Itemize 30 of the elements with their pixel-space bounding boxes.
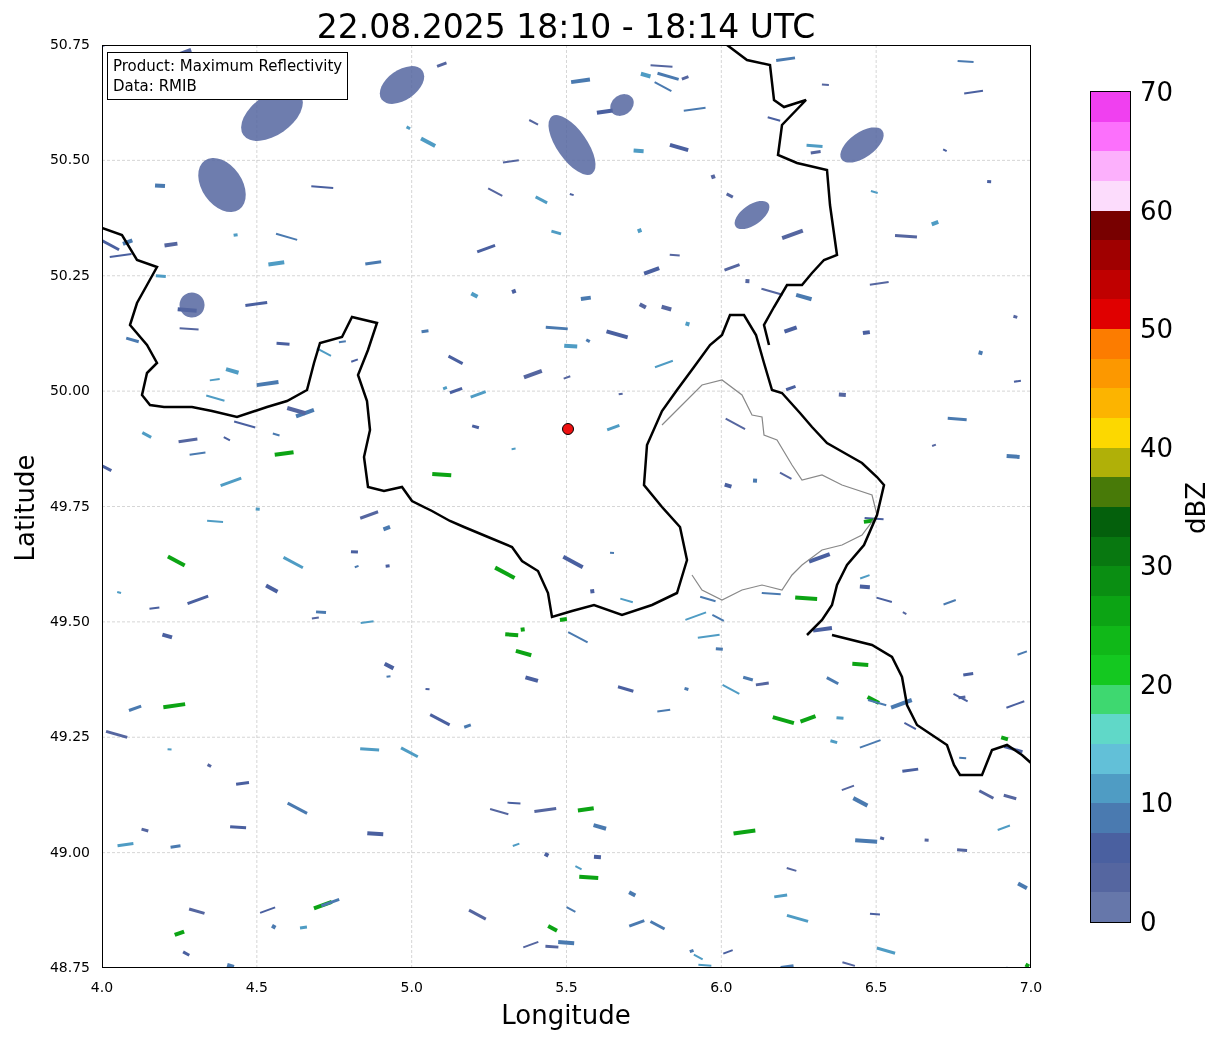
colorbar-tick-label: 40	[1140, 434, 1174, 461]
x-tick-label: 6.0	[710, 980, 733, 994]
colorbar-tick-label: 60	[1140, 197, 1174, 224]
y-axis-label: Latitude	[12, 454, 38, 562]
colorbar-tick-label: 20	[1140, 671, 1174, 698]
y-tick-label: 50.00	[48, 383, 90, 398]
x-tick-label: 5.0	[400, 980, 423, 994]
y-tick-label: 48.75	[48, 960, 90, 974]
chart-title: 22.08.2025 18:10 - 18:14 UTC	[316, 10, 816, 43]
colorbar-tick-label: 50	[1140, 316, 1174, 343]
x-tick-label: 4.5	[245, 980, 268, 994]
x-axis-label: Longitude	[501, 1002, 631, 1028]
legend-text: Product: Maximum Reflectivity	[113, 56, 343, 76]
y-tick-label: 49.00	[48, 844, 90, 859]
x-tick-label: 6.5	[865, 980, 888, 994]
y-tick-label: 50.75	[48, 37, 90, 51]
y-tick-label: 49.25	[48, 729, 90, 744]
x-tick-label: 7.0	[1019, 980, 1043, 994]
y-tick-label: 49.75	[48, 498, 90, 513]
colorbar-label: dBZ	[1183, 481, 1209, 535]
legend-text: Data: RMIB	[113, 76, 198, 96]
colorbar-tick-label: 10	[1140, 790, 1174, 817]
x-tick-label: 5.5	[555, 980, 578, 994]
colorbar-tick-label: 0	[1140, 909, 1157, 935]
y-tick-label: 49.50	[48, 613, 90, 628]
y-tick-label: 50.50	[48, 152, 90, 167]
colorbar-tick-label: 70	[1140, 79, 1174, 105]
x-tick-label: 4.0	[90, 980, 114, 994]
colorbar-tick-label: 30	[1140, 553, 1174, 580]
y-tick-label: 50.25	[48, 267, 90, 282]
